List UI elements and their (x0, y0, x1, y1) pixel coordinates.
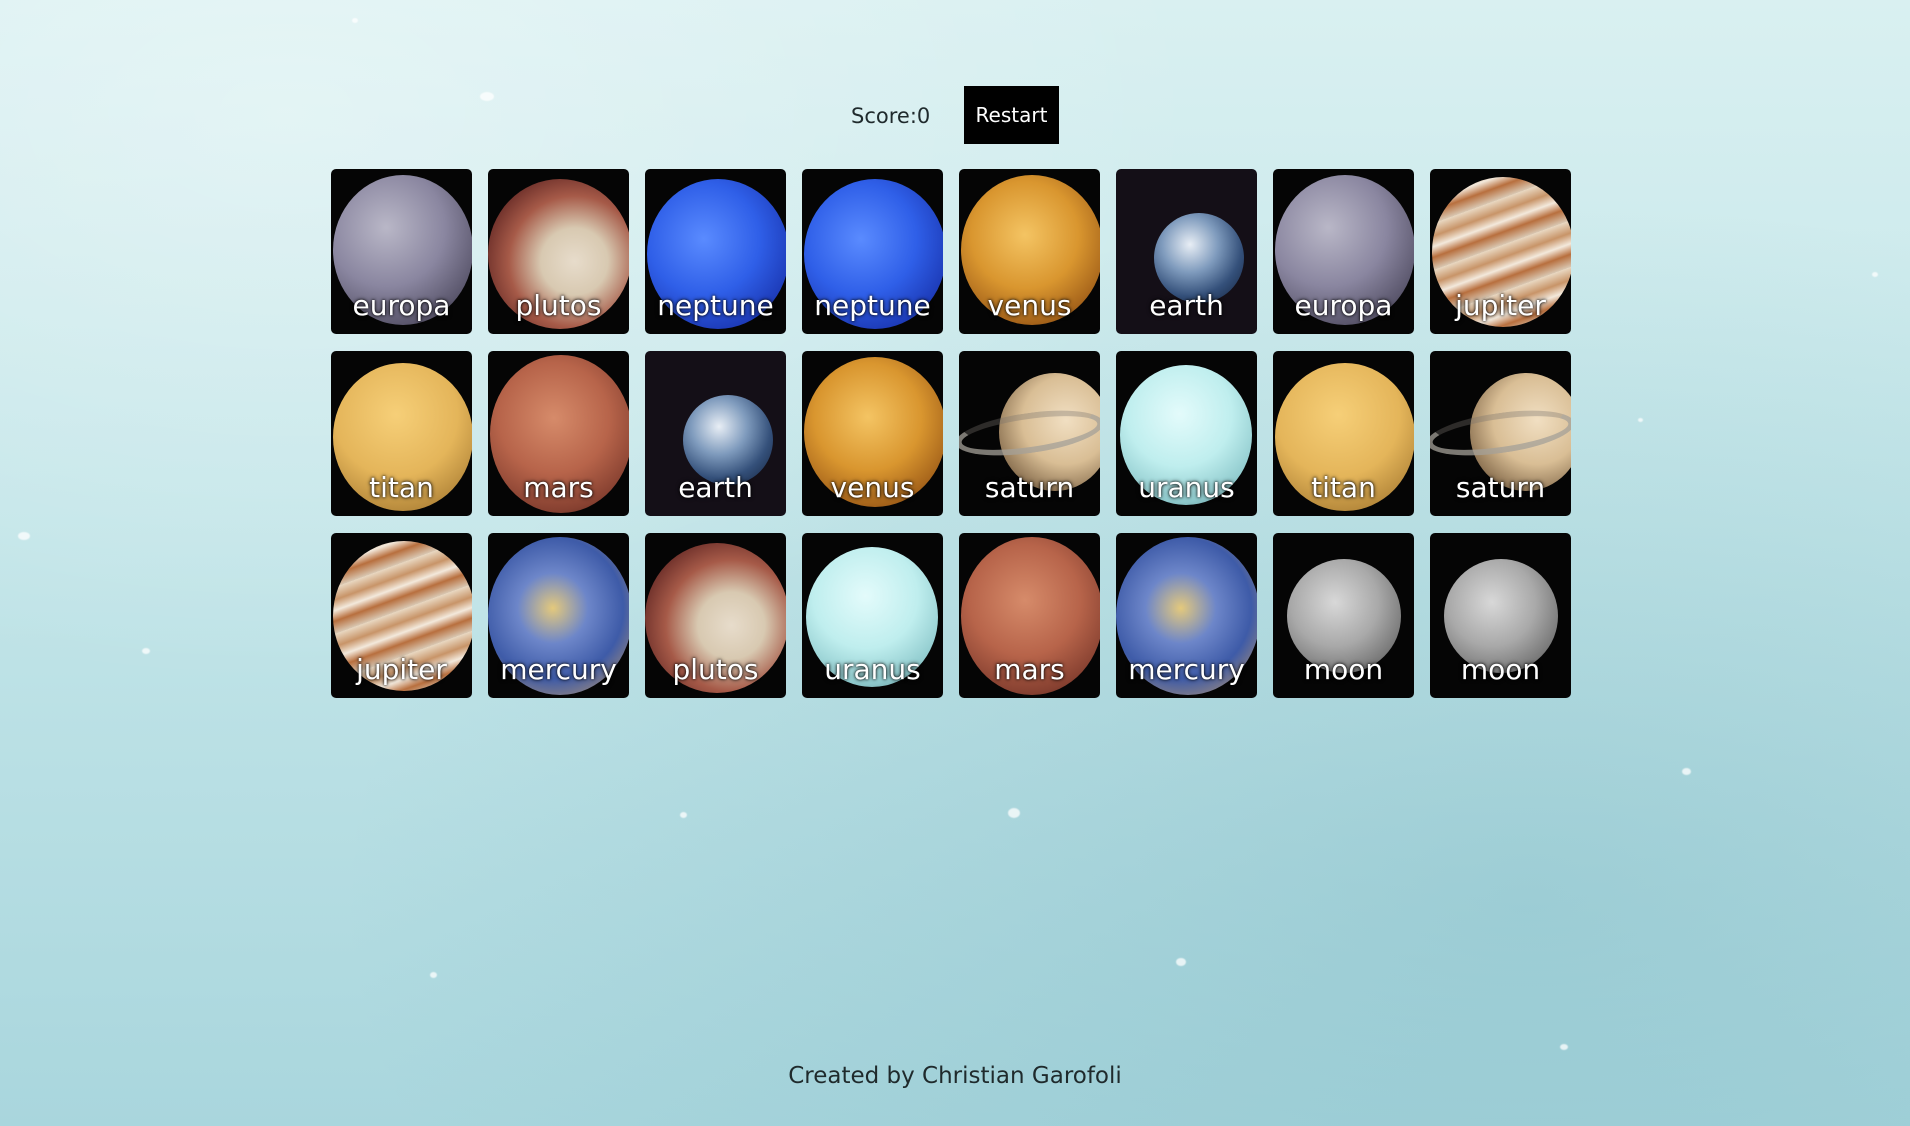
score-value: 0 (916, 104, 931, 128)
card-label: mars (994, 653, 1065, 686)
background-speck (352, 18, 358, 23)
score-label: Score: (851, 104, 917, 128)
card-label: europa (352, 289, 451, 322)
card-venus[interactable]: venus (959, 169, 1100, 334)
card-titan[interactable]: titan (1273, 351, 1414, 516)
card-jupiter[interactable]: jupiter (1430, 169, 1571, 334)
card-label: mercury (1128, 653, 1245, 686)
card-label: moon (1303, 653, 1384, 686)
card-label: uranus (824, 653, 921, 686)
card-neptune[interactable]: neptune (645, 169, 786, 334)
card-label: venus (987, 289, 1072, 322)
card-mars[interactable]: mars (959, 533, 1100, 698)
card-label: europa (1294, 289, 1393, 322)
card-venus[interactable]: venus (802, 351, 943, 516)
card-label: saturn (984, 471, 1075, 504)
background-speck (1682, 768, 1691, 775)
card-mercury[interactable]: mercury (488, 533, 629, 698)
background-speck (1638, 418, 1643, 422)
background-speck (18, 532, 30, 540)
card-moon[interactable]: moon (1430, 533, 1571, 698)
card-neptune[interactable]: neptune (802, 169, 943, 334)
card-label: neptune (657, 289, 774, 322)
card-saturn[interactable]: saturn (959, 351, 1100, 516)
card-grid: europa plutos neptune neptune venus eart… (331, 169, 1571, 698)
score-display: Score:0 (851, 104, 930, 128)
card-mars[interactable]: mars (488, 351, 629, 516)
card-uranus[interactable]: uranus (1116, 351, 1257, 516)
card-label: plutos (672, 653, 759, 686)
card-label: titan (369, 471, 434, 504)
card-europa[interactable]: europa (1273, 169, 1414, 334)
background-speck (1872, 272, 1878, 277)
card-uranus[interactable]: uranus (802, 533, 943, 698)
card-label: venus (830, 471, 915, 504)
card-moon[interactable]: moon (1273, 533, 1414, 698)
background-speck (430, 972, 437, 978)
card-label: mercury (500, 653, 617, 686)
card-plutos[interactable]: plutos (488, 169, 629, 334)
restart-button[interactable]: Restart (964, 86, 1059, 144)
background-speck (680, 812, 687, 818)
card-label: neptune (814, 289, 931, 322)
card-jupiter[interactable]: jupiter (331, 533, 472, 698)
game-header: Score:0 Restart (0, 86, 1910, 144)
card-europa[interactable]: europa (331, 169, 472, 334)
card-label: uranus (1138, 471, 1235, 504)
card-earth[interactable]: earth (1116, 169, 1257, 334)
card-plutos[interactable]: plutos (645, 533, 786, 698)
card-label: mars (523, 471, 594, 504)
card-label: plutos (515, 289, 602, 322)
card-label: earth (678, 471, 753, 504)
background-speck (1176, 958, 1186, 966)
card-label: saturn (1455, 471, 1546, 504)
background-speck (142, 648, 150, 654)
card-label: jupiter (356, 653, 447, 686)
footer-credit: Created by Christian Garofoli (788, 1063, 1122, 1089)
card-mercury[interactable]: mercury (1116, 533, 1257, 698)
card-label: earth (1149, 289, 1224, 322)
card-titan[interactable]: titan (331, 351, 472, 516)
card-saturn[interactable]: saturn (1430, 351, 1571, 516)
background-speck (1560, 1044, 1568, 1050)
card-earth[interactable]: earth (645, 351, 786, 516)
card-label: moon (1460, 653, 1541, 686)
background-speck (1008, 808, 1020, 818)
card-label: titan (1311, 471, 1376, 504)
card-label: jupiter (1455, 289, 1546, 322)
